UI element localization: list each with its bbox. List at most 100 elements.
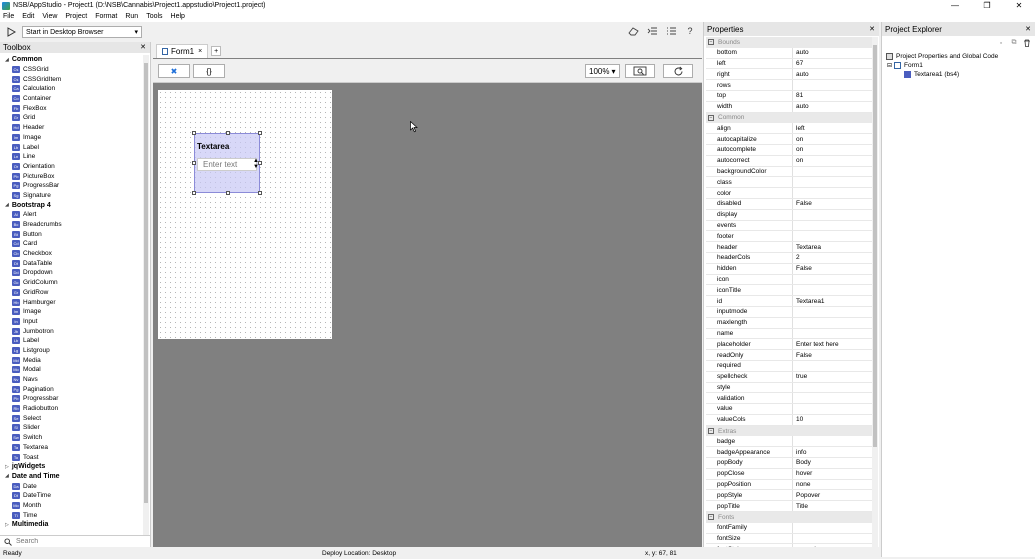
expanded-triangle-icon[interactable]: ◢	[5, 202, 9, 208]
toolbox-search-input[interactable]	[16, 538, 136, 545]
menu-run[interactable]: Run	[125, 13, 138, 20]
property-row[interactable]: popStyle Popover	[706, 490, 872, 502]
property-value[interactable]	[793, 307, 872, 317]
property-value[interactable]	[793, 436, 872, 446]
property-value[interactable]	[793, 361, 872, 371]
toolbox-item[interactable]: Mo Modal	[0, 365, 143, 375]
outdent-icon[interactable]	[646, 25, 658, 37]
toolbox-item[interactable]: Cd Card	[0, 239, 143, 249]
property-row[interactable]: right auto	[706, 69, 872, 81]
property-value[interactable]	[793, 275, 872, 285]
run-target-select[interactable]: Start in Desktop Browser ▾	[22, 26, 142, 38]
property-value[interactable]: auto	[793, 48, 872, 58]
property-row[interactable]: valueCols 10	[706, 414, 872, 426]
tree-item-project[interactable]: Project Properties and Global Code	[886, 52, 998, 61]
toolbox-item[interactable]: Al Alert	[0, 210, 143, 220]
property-value[interactable]	[793, 221, 872, 231]
expanded-triangle-icon[interactable]: ◢	[5, 473, 9, 479]
property-row[interactable]: id Textarea1	[706, 296, 872, 307]
preview-button[interactable]	[625, 64, 655, 78]
toolbox-item[interactable]: Or Orientation	[0, 162, 143, 172]
property-row[interactable]: top 81	[706, 90, 872, 102]
resize-handle-nw[interactable]	[192, 131, 196, 135]
refresh-button[interactable]	[663, 64, 693, 78]
property-row[interactable]: autocapitalize on	[706, 134, 872, 145]
property-row[interactable]: fontSize	[706, 533, 872, 545]
form-canvas[interactable]: Textarea Enter text ▲ ▼	[158, 90, 332, 339]
property-value[interactable]: False	[793, 199, 872, 209]
property-row[interactable]: iconTitle	[706, 285, 872, 297]
property-value[interactable]: Popover	[793, 490, 872, 500]
toolbox-item[interactable]: Ti Time	[0, 510, 143, 520]
collapsed-triangle-icon[interactable]: ▷	[5, 522, 9, 528]
close-window-button[interactable]: ✕	[1003, 0, 1035, 11]
toolbox-item[interactable]: Im Image	[0, 307, 143, 317]
property-value[interactable]	[793, 534, 872, 544]
property-value[interactable]: Textarea1	[793, 296, 872, 306]
resize-handle-n[interactable]	[226, 131, 230, 135]
property-value[interactable]	[793, 285, 872, 295]
resize-handle-se[interactable]	[258, 191, 262, 195]
property-value[interactable]	[793, 383, 872, 393]
menu-format[interactable]: Format	[95, 13, 117, 20]
menu-file[interactable]: File	[3, 13, 14, 20]
toolbox-item[interactable]: Cs CSSGrid	[0, 65, 143, 75]
code-mode-button[interactable]: {}	[193, 64, 225, 78]
toolbox-item[interactable]: Pg Pagination	[0, 384, 143, 394]
property-value[interactable]: info	[793, 447, 872, 457]
toolbox-item[interactable]: Lb Label	[0, 142, 143, 152]
tab-close-icon[interactable]: ×	[198, 48, 202, 55]
property-row[interactable]: disabled False	[706, 198, 872, 210]
properties-scrollbar[interactable]	[872, 37, 878, 555]
property-row[interactable]: width auto	[706, 101, 872, 113]
property-row[interactable]: align left	[706, 123, 872, 135]
toolbox-item[interactable]: Dt DateTime	[0, 491, 143, 501]
toolbox-item[interactable]: Pg ProgressBar	[0, 181, 143, 191]
property-category[interactable]: − Fonts	[706, 512, 872, 523]
toolbox-item[interactable]: Hd Header	[0, 123, 143, 133]
zoom-select[interactable]: 100% ▾	[585, 64, 620, 78]
toolbox-group[interactable]: ◢ Date and Time	[0, 472, 143, 482]
property-row[interactable]: events	[706, 220, 872, 232]
toolbox-item[interactable]: Hb Hamburger	[0, 297, 143, 307]
property-row[interactable]: class	[706, 177, 872, 189]
property-value[interactable]: Title	[793, 501, 872, 511]
delete-icon[interactable]	[1023, 39, 1031, 47]
menu-tools[interactable]: Tools	[146, 13, 162, 20]
property-value[interactable]: on	[793, 134, 872, 144]
new-item-icon[interactable]: ▫	[997, 39, 1005, 47]
toolbox-item[interactable]: Rb Radiobutton	[0, 404, 143, 414]
property-value[interactable]	[793, 177, 872, 187]
property-value[interactable]: 2	[793, 253, 872, 263]
toolbox-item[interactable]: Pb Progressbar	[0, 394, 143, 404]
property-value[interactable]: False	[793, 264, 872, 274]
add-tab-button[interactable]: +	[211, 46, 222, 56]
property-row[interactable]: required	[706, 360, 872, 372]
tab-form1[interactable]: Form1 ×	[156, 44, 209, 58]
menu-help[interactable]: Help	[171, 13, 185, 20]
property-value[interactable]	[793, 167, 872, 177]
property-row[interactable]: maxlength	[706, 317, 872, 329]
property-value[interactable]: Enter text here	[793, 339, 872, 349]
toolbox-item[interactable]: Sl Slider	[0, 423, 143, 433]
property-row[interactable]: popTitle Title	[706, 501, 872, 513]
property-row[interactable]: icon	[706, 274, 872, 286]
toolbox-item[interactable]: Bt Button	[0, 229, 143, 239]
toolbox-item[interactable]: Gr GridRow	[0, 288, 143, 298]
toolbox-item[interactable]: Md Media	[0, 355, 143, 365]
resize-handle-w[interactable]	[192, 161, 196, 165]
property-value[interactable]: left	[793, 123, 872, 133]
toolbox-scrollbar[interactable]	[143, 55, 149, 535]
toolbox-item[interactable]: Sg Signature	[0, 191, 143, 201]
toolbox-item[interactable]: Da Date	[0, 481, 143, 491]
toolbox-item[interactable]: Ca Calculation	[0, 84, 143, 94]
property-row[interactable]: autocomplete on	[706, 144, 872, 156]
toolbox-item[interactable]: Pb PictureBox	[0, 171, 143, 181]
collapse-icon[interactable]: −	[708, 428, 714, 435]
property-row[interactable]: footer	[706, 231, 872, 243]
property-row[interactable]: header Textarea	[706, 242, 872, 253]
property-row[interactable]: readOnly False	[706, 350, 872, 361]
property-value[interactable]: hover	[793, 469, 872, 479]
close-icon[interactable]: ✕	[869, 25, 875, 33]
property-row[interactable]: placeholder Enter text here	[706, 339, 872, 351]
